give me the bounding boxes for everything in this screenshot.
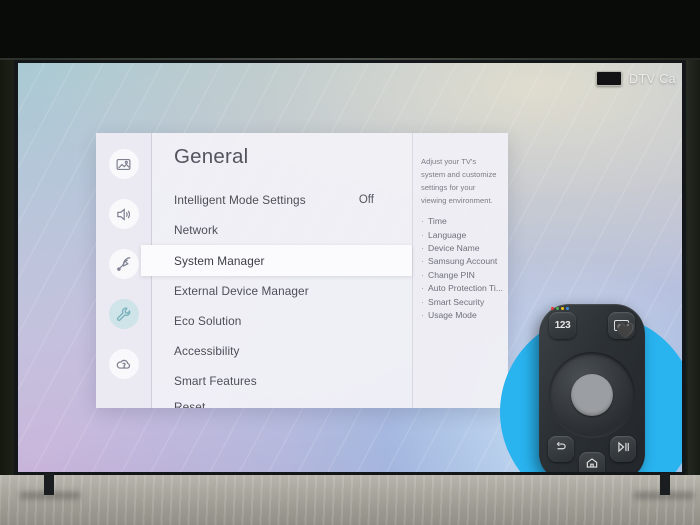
menu-row-reset[interactable]: Reset: [152, 396, 412, 408]
back-arrow-icon: [554, 440, 568, 459]
settings-row-list: Intelligent Mode Settings Off Network Sy…: [141, 185, 412, 408]
menu-row-network[interactable]: Network: [152, 215, 412, 245]
picture-icon: [115, 156, 132, 173]
sidebar-item-broadcasting[interactable]: [108, 249, 139, 279]
settings-menu-column: General Intelligent Mode Settings Off Ne…: [141, 133, 412, 408]
sidebar-item-general[interactable]: [108, 299, 139, 329]
television: DTV Ca General Intelligent Mode Settings…: [0, 0, 700, 483]
description-sub-items: Time Language Device Name Samsung Accoun…: [421, 215, 503, 323]
menu-row-label: Intelligent Mode Settings: [174, 193, 306, 207]
tv-screen: DTV Ca General Intelligent Mode Settings…: [18, 63, 682, 472]
scene-photo: DTV Ca General Intelligent Mode Settings…: [0, 0, 700, 525]
menu-row-label: External Device Manager: [174, 284, 309, 298]
menu-row-smart-features[interactable]: Smart Features: [152, 366, 412, 396]
description-item: Device Name: [421, 242, 502, 256]
play-pause-button[interactable]: [610, 436, 636, 462]
page-title: General: [174, 145, 249, 168]
sidebar-item-picture[interactable]: [108, 149, 139, 179]
menu-row-intelligent-mode-settings[interactable]: Intelligent Mode Settings Off: [152, 185, 412, 215]
menu-row-eco-solution[interactable]: Eco Solution: [152, 306, 412, 336]
description-item: Smart Security: [421, 296, 502, 310]
sidebar-item-support[interactable]: [108, 349, 139, 379]
tv-leg-right: [660, 473, 670, 495]
directional-pad[interactable]: [549, 352, 635, 438]
description-item: Auto Protection Ti...: [421, 282, 503, 296]
color-keys-dots: [551, 307, 569, 310]
play-pause-icon: [616, 440, 630, 459]
menu-row-label: Reset: [174, 400, 206, 408]
menu-row-value: Off: [358, 194, 374, 206]
home-icon: [585, 456, 599, 473]
menu-row-external-device-manager[interactable]: External Device Manager: [152, 276, 412, 306]
tv-bezel: DTV Ca General Intelligent Mode Settings…: [14, 60, 686, 478]
keypad-123-button[interactable]: 123: [549, 312, 576, 339]
channel-banner: DTV Ca: [596, 71, 676, 86]
home-button[interactable]: [579, 452, 605, 472]
tv-leg-left: [44, 473, 54, 495]
tv-table-surface: [0, 475, 700, 525]
description-text: Adjust your TV's system and customize se…: [421, 157, 497, 206]
menu-row-label: Smart Features: [174, 374, 257, 388]
menu-row-system-manager[interactable]: System Manager: [141, 245, 412, 276]
sidebar-item-sound[interactable]: [108, 199, 139, 229]
wrench-icon: [115, 306, 132, 323]
description-item: Usage Mode: [421, 309, 502, 323]
menu-row-label: Eco Solution: [174, 314, 242, 328]
description-item: Time: [421, 215, 502, 229]
settings-panel: General Intelligent Mode Settings Off Ne…: [96, 133, 508, 408]
speaker-icon: [115, 206, 132, 223]
tv-top-black-band: [0, 0, 700, 60]
tv-remote-control: 123: [539, 304, 645, 472]
channel-source-label: DTV Ca: [629, 71, 676, 86]
support-cloud-icon: [115, 356, 132, 373]
menu-row-label: System Manager: [174, 253, 265, 268]
description-panel: Adjust your TV's system and customize se…: [412, 133, 508, 408]
menu-row-label: Accessibility: [174, 344, 240, 358]
description-item: Language: [421, 229, 502, 243]
closed-caption-icon: [614, 320, 629, 331]
menu-row-accessibility[interactable]: Accessibility: [152, 336, 412, 366]
back-button[interactable]: [548, 436, 574, 462]
antenna-icon: [115, 256, 132, 273]
keypad-123-label: 123: [554, 320, 571, 331]
description-item: Change PIN: [421, 269, 502, 283]
description-item: Samsung Account: [421, 255, 502, 269]
menu-row-label: Network: [174, 223, 218, 237]
tv-thumbnail-icon: [596, 71, 623, 86]
closed-caption-button[interactable]: [608, 312, 635, 339]
